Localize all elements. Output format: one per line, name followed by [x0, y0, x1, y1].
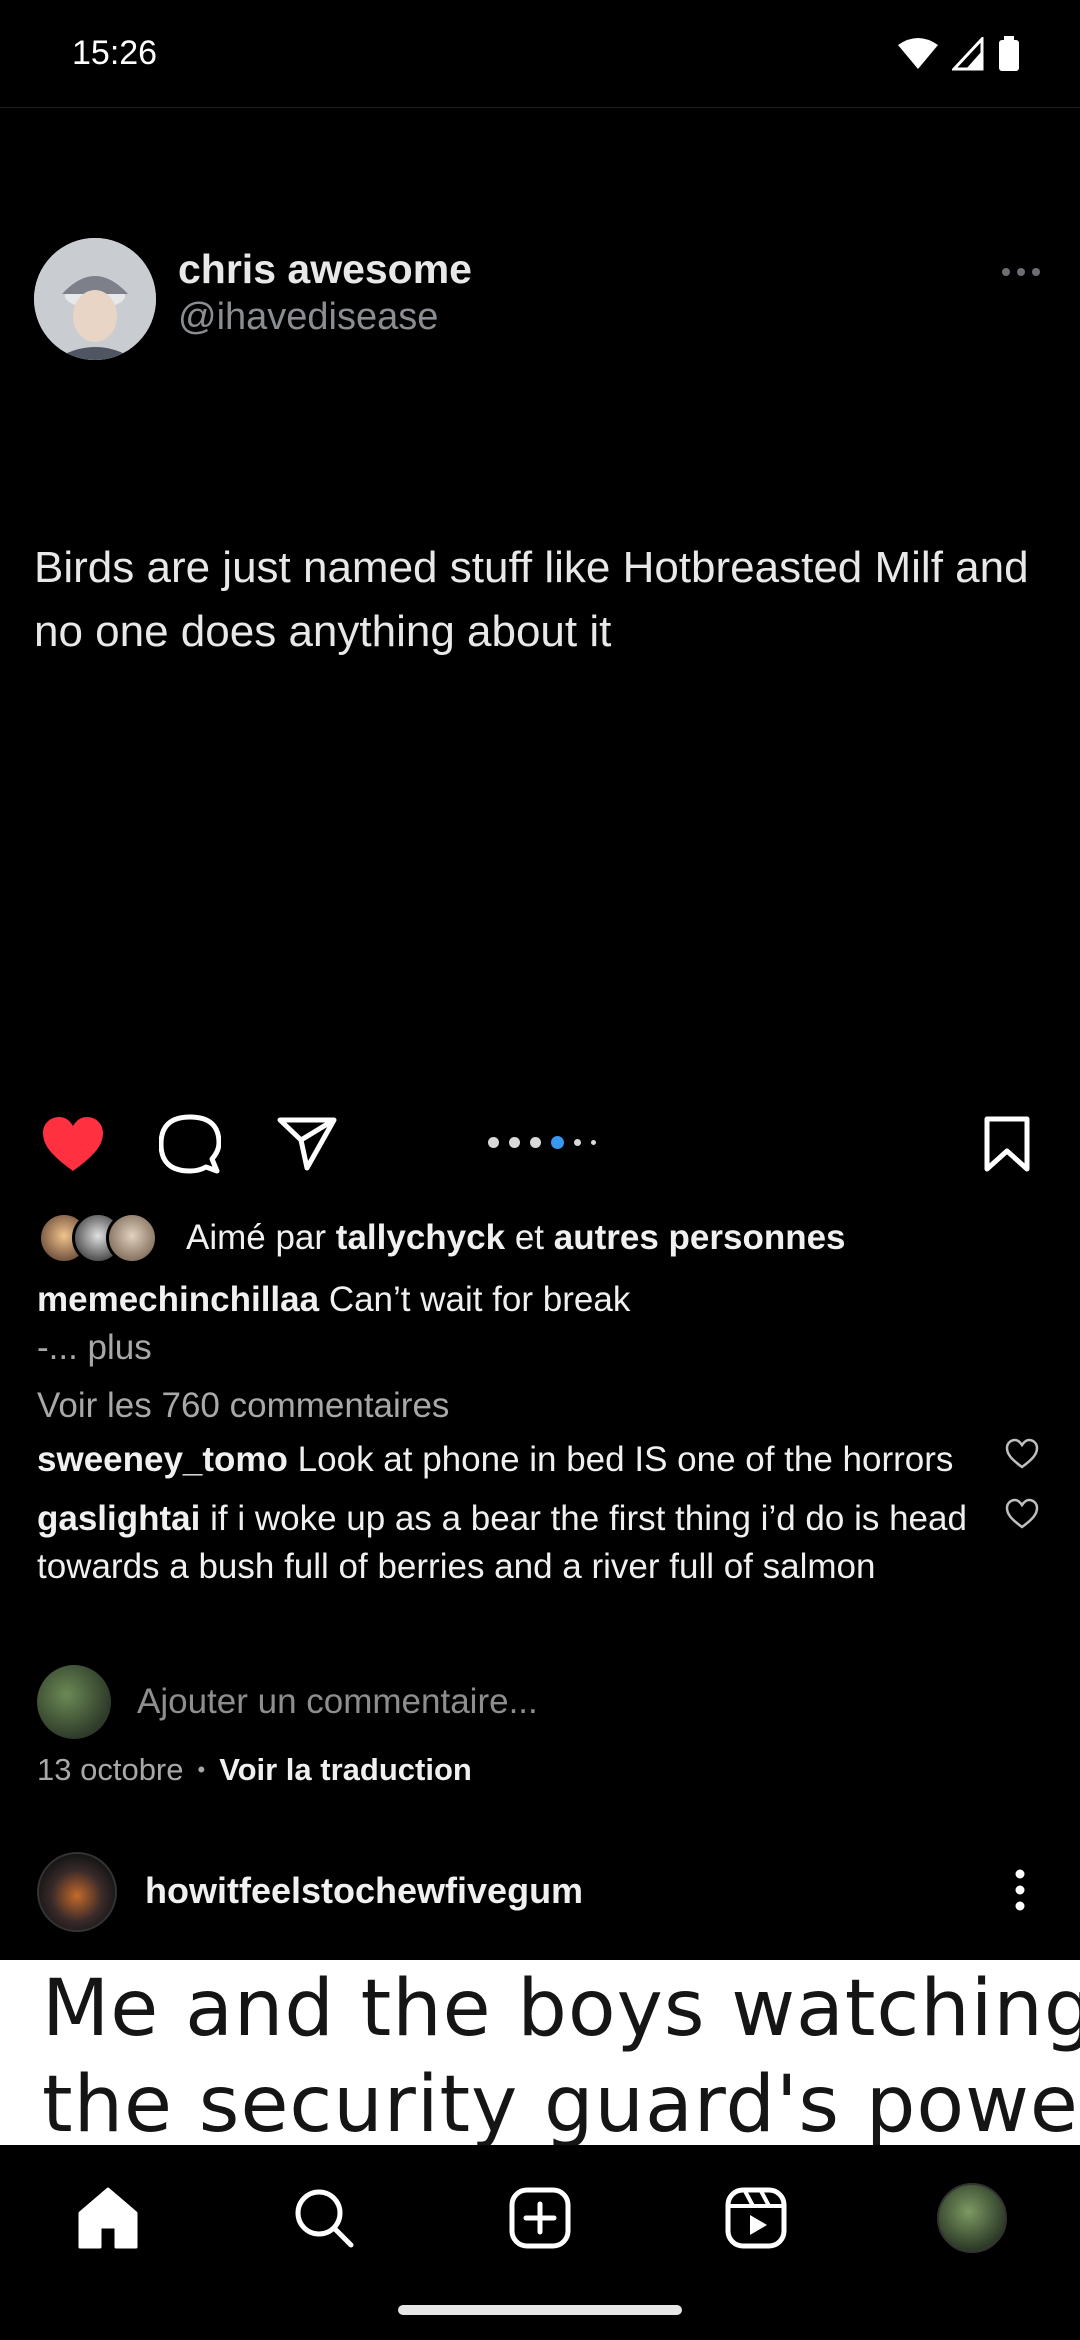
- nav-search[interactable]: [284, 2178, 364, 2258]
- caption-username[interactable]: memechinchillaa: [37, 1280, 319, 1319]
- wifi-icon: [898, 38, 938, 69]
- like-button[interactable]: [38, 1108, 108, 1180]
- share-button[interactable]: [272, 1108, 342, 1180]
- tweet-display-name: chris awesome: [178, 246, 472, 292]
- more-options-icon[interactable]: [1014, 1868, 1026, 1912]
- status-bar: 15:26: [0, 0, 1080, 108]
- carousel-dot: [509, 1137, 520, 1148]
- comment-text: Look at phone in bed IS one of the horro…: [297, 1440, 954, 1479]
- battery-icon: [999, 36, 1019, 71]
- comment-item: gaslightai if i woke up as a bear the fi…: [37, 1495, 967, 1591]
- tweet-avatar: [34, 238, 156, 360]
- comment-item: sweeney_tomo Look at phone in bed IS one…: [37, 1436, 967, 1484]
- nav-profile[interactable]: [932, 2178, 1012, 2258]
- carousel-dot: [530, 1137, 541, 1148]
- post-date: 13 octobre: [37, 1752, 184, 1787]
- carousel-dot-active: [551, 1136, 564, 1149]
- plus-square-icon: [509, 2187, 571, 2249]
- likes-text: Aimé par tallychyck et autres personnes: [186, 1218, 846, 1257]
- caption-more-link[interactable]: -... plus: [37, 1324, 152, 1372]
- bookmark-icon: [984, 1116, 1030, 1172]
- tweet-handle: @ihavedisease: [178, 296, 439, 338]
- carousel-dot: [591, 1140, 596, 1145]
- my-avatar: [37, 1665, 111, 1739]
- home-indicator[interactable]: [398, 2305, 682, 2315]
- comment-username[interactable]: gaslightai: [37, 1499, 200, 1538]
- next-post-avatar[interactable]: [37, 1852, 117, 1932]
- caption: memechinchillaa Can’t wait for break: [37, 1276, 1047, 1324]
- comment-like-icon[interactable]: [1005, 1438, 1039, 1470]
- tweet-more-icon: [1002, 268, 1040, 276]
- signal-icon: [952, 37, 984, 71]
- home-icon: [78, 2187, 138, 2249]
- translate-link[interactable]: Voir la traduction: [219, 1752, 472, 1788]
- status-time: 15:26: [72, 34, 158, 72]
- carousel-dot: [488, 1137, 499, 1148]
- caption-text: Can’t wait for break: [328, 1280, 631, 1319]
- carousel-indicator: [488, 1136, 596, 1149]
- reels-icon: [725, 2187, 787, 2249]
- send-icon: [277, 1117, 337, 1171]
- carousel-dot: [574, 1139, 581, 1146]
- comment-icon: [159, 1114, 221, 1174]
- nav-create[interactable]: [500, 2178, 580, 2258]
- meme-text-line: Me and the boys watching: [42, 1964, 1080, 2054]
- other-likers-link[interactable]: autres personnes: [554, 1218, 846, 1257]
- view-all-comments-link[interactable]: Voir les 760 commentaires: [37, 1382, 449, 1430]
- next-post-image[interactable]: Me and the boys watching the security gu…: [0, 1960, 1080, 2145]
- heart-filled-icon: [43, 1117, 103, 1171]
- post-meta: 13 octobre • Voir la traduction: [37, 1752, 472, 1788]
- comment-username[interactable]: sweeney_tomo: [37, 1440, 288, 1479]
- search-icon: [295, 2189, 354, 2248]
- profile-avatar: [937, 2183, 1007, 2253]
- liker-avatar: [106, 1212, 158, 1264]
- likes-row[interactable]: Aimé par tallychyck et autres personnes: [38, 1210, 846, 1266]
- meta-separator: •: [197, 1757, 206, 1782]
- add-comment-row[interactable]: Ajouter un commentaire...: [37, 1664, 538, 1740]
- add-comment-input[interactable]: Ajouter un commentaire...: [137, 1682, 538, 1722]
- liker-username[interactable]: tallychyck: [336, 1218, 505, 1257]
- meme-text-line: the security guard's power: [42, 2060, 1080, 2145]
- comment-button[interactable]: [155, 1108, 225, 1180]
- save-button[interactable]: [972, 1108, 1042, 1180]
- comment-like-icon[interactable]: [1005, 1498, 1039, 1530]
- next-post-username[interactable]: howitfeelstochewfivegum: [145, 1870, 583, 1912]
- tweet-text: Birds are just named stuff like Hotbreas…: [34, 543, 1029, 656]
- nav-home[interactable]: [68, 2178, 148, 2258]
- nav-reels[interactable]: [716, 2178, 796, 2258]
- status-icons: [898, 36, 1020, 72]
